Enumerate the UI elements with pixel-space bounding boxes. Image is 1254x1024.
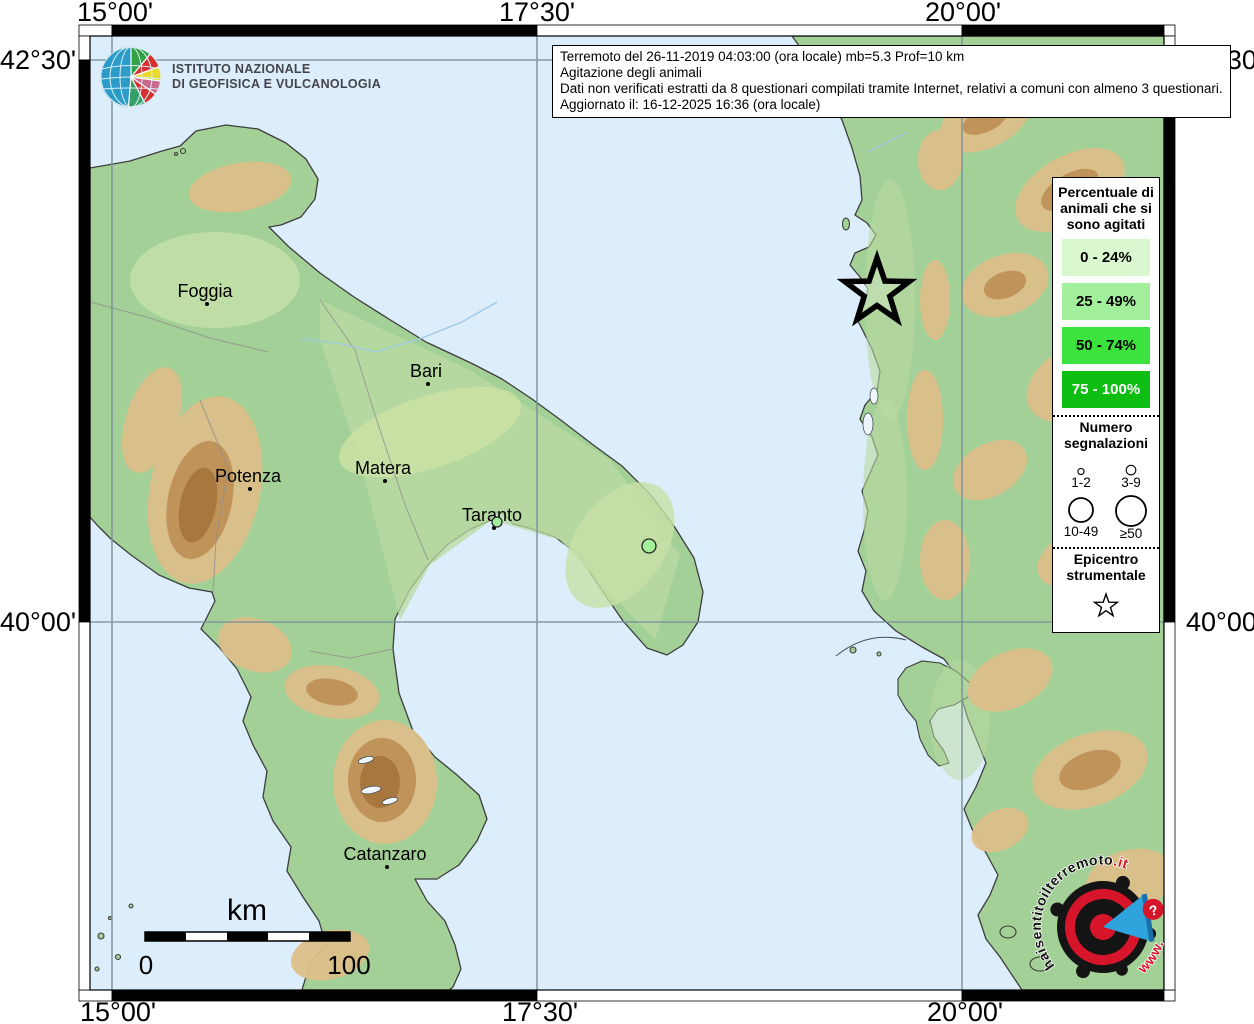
ingv-header: ISTITUTO NAZIONALE DI GEOFISICA E VULCAN… xyxy=(100,46,381,108)
lat-label-left-42: 42°30' xyxy=(0,45,76,75)
lon-label-top-20: 20°00' xyxy=(925,0,1001,27)
lat-label-left-40: 40°00' xyxy=(0,607,76,637)
count-label: 3-9 xyxy=(1121,475,1141,490)
earthquake-map-page: km 0 100 FoggiaBariPotenzaMateraTarantoC… xyxy=(0,0,1254,1024)
ingv-wordmark-line1: ISTITUTO NAZIONALE xyxy=(172,62,381,77)
report-point xyxy=(642,539,656,553)
lat-label-right-40: 40°00' xyxy=(1186,607,1254,637)
count-label: 10-49 xyxy=(1064,524,1099,539)
scale-bar-unit: km xyxy=(227,894,267,927)
city-marker xyxy=(383,479,387,483)
lon-label-top-17: 17°30' xyxy=(499,0,575,27)
city-label-catanzaro: Catanzaro xyxy=(343,844,426,864)
count-label: 1-2 xyxy=(1071,475,1091,490)
legend-divider xyxy=(1053,415,1159,417)
city-label-potenza: Potenza xyxy=(215,466,282,486)
title-line-disclaimer: Dati non verificati estratti da 8 questi… xyxy=(560,81,1223,97)
city-marker xyxy=(205,302,209,306)
ingv-wordmark: ISTITUTO NAZIONALE DI GEOFISICA E VULCAN… xyxy=(172,62,381,92)
legend-count-50plus: ≥50 xyxy=(1108,494,1154,541)
lon-label-bottom-15: 15°00' xyxy=(80,997,156,1024)
count-circle-icon xyxy=(1115,455,1147,477)
legend-swatch-25-49: 25 - 49% xyxy=(1062,283,1150,320)
title-box: Terremoto del 26-11-2019 04:03:00 (ora l… xyxy=(552,45,1231,118)
legend: Percentuale di animali che si sono agita… xyxy=(1052,177,1160,633)
city-label-foggia: Foggia xyxy=(177,281,233,301)
map-canvas: km 0 100 FoggiaBariPotenzaMateraTarantoC… xyxy=(90,36,1181,990)
lon-label-bottom-20: 20°00' xyxy=(927,997,1003,1024)
legend-count-10-49: 10-49 xyxy=(1058,494,1104,541)
lon-label-bottom-17: 17°30' xyxy=(502,997,578,1024)
city-marker xyxy=(248,487,252,491)
title-line-updated: Aggiornato il: 16-12-2025 16:36 (ora loc… xyxy=(560,97,1223,113)
legend-count-1-2: 1-2 xyxy=(1058,455,1104,490)
lon-label-top-15: 15°00' xyxy=(77,0,153,27)
city-marker xyxy=(385,865,389,869)
count-circle-icon xyxy=(1065,494,1097,526)
city-marker xyxy=(426,382,430,386)
legend-divider xyxy=(1053,547,1159,549)
city-label-bari: Bari xyxy=(410,361,442,381)
title-line-subject: Agitazione degli animali xyxy=(560,65,1223,81)
title-line-event: Terremoto del 26-11-2019 04:03:00 (ora l… xyxy=(560,49,1223,65)
legend-swatch-75-100: 75 - 100% xyxy=(1062,371,1150,408)
legend-percent-title: Percentuale di animali che si sono agita… xyxy=(1057,184,1155,232)
report-point xyxy=(492,517,502,527)
scale-bar-end: 100 xyxy=(327,950,370,980)
legend-count-3-9: 3-9 xyxy=(1108,455,1154,490)
legend-swatch-50-74: 50 - 74% xyxy=(1062,327,1150,364)
scale-bar-start: 0 xyxy=(139,950,153,980)
ingv-globe-logo xyxy=(100,46,162,108)
legend-swatch-0-24: 0 - 24% xyxy=(1062,239,1150,276)
legend-epicenter-title: Epicentro strumentale xyxy=(1057,551,1155,583)
count-circle-icon xyxy=(1065,455,1097,477)
city-label-matera: Matera xyxy=(355,458,412,478)
ingv-wordmark-line2: DI GEOFISICA E VULCANOLOGIA xyxy=(172,77,381,92)
count-label: ≥50 xyxy=(1120,526,1142,541)
legend-epicenter-star xyxy=(1053,591,1159,624)
legend-count-title: Numero segnalazioni xyxy=(1057,419,1155,451)
count-circle-icon xyxy=(1114,494,1148,528)
